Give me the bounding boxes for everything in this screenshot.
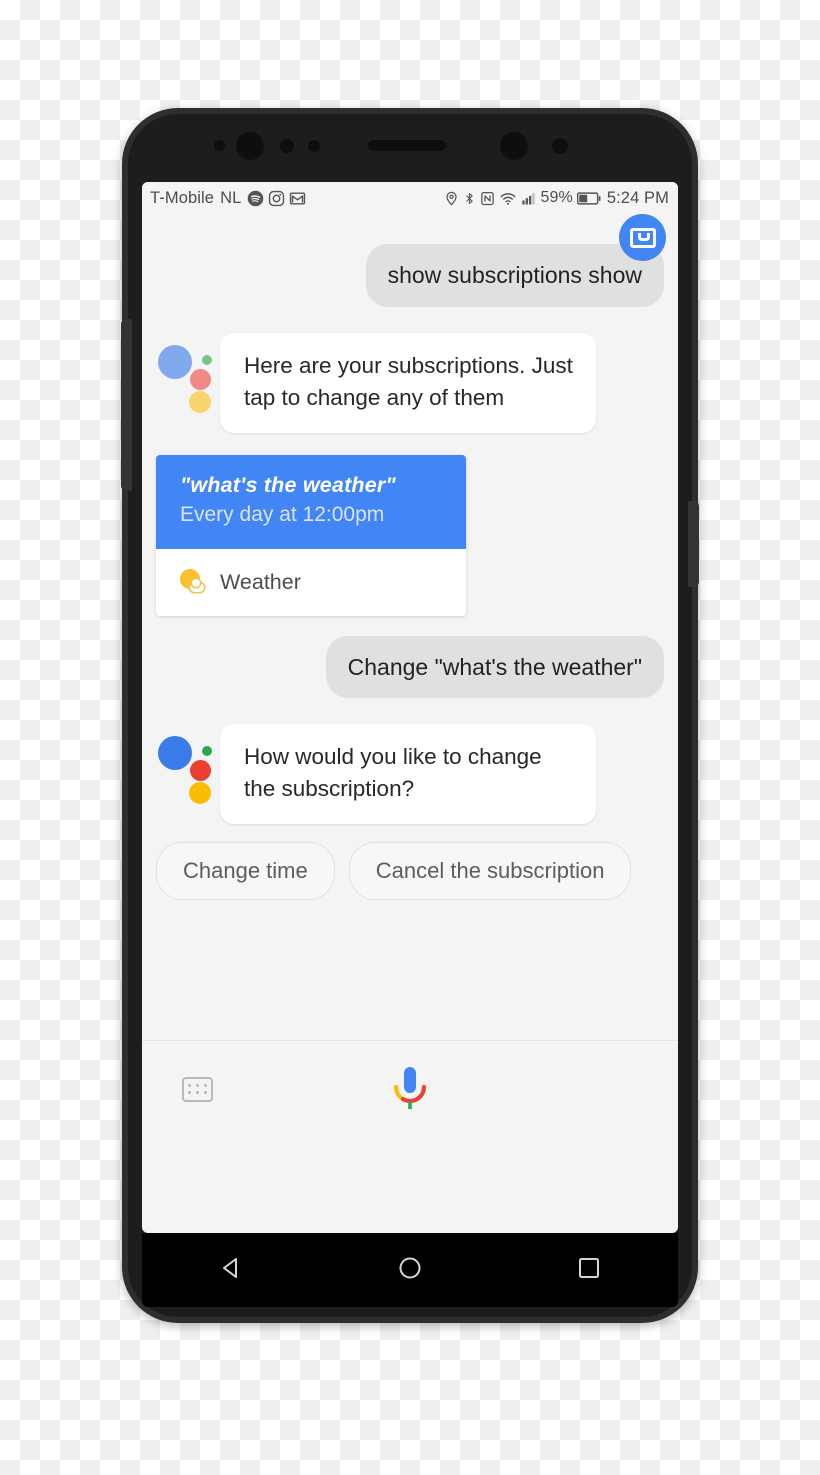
status-bar-right: 59% 5:24 PM <box>444 189 669 208</box>
subscription-schedule: Every day at 12:00pm <box>180 502 385 526</box>
assistant-logo-icon <box>156 341 214 413</box>
assistant-dot-blue <box>158 736 192 771</box>
assistant-input-bar <box>142 1040 678 1137</box>
message-row-user: Change "what's the weather" <box>142 635 678 699</box>
phone-screen: T-Mobile NL 59% 5:24 PM show subscriptio… <box>142 182 678 1233</box>
subscription-app-name: Weather <box>220 569 301 594</box>
sensor-dot-small <box>214 140 225 151</box>
message-row-user: show subscriptions show <box>142 244 678 307</box>
volume-rocker-button[interactable] <box>121 319 132 491</box>
battery-icon <box>576 191 601 206</box>
chip-change-time[interactable]: Change time <box>156 842 335 901</box>
user-message-bubble[interactable]: Change "what's the weather" <box>325 635 664 699</box>
assistant-dot-red <box>190 368 211 390</box>
phone-device-frame: T-Mobile NL 59% 5:24 PM show subscriptio… <box>121 108 699 1323</box>
network-country: NL <box>220 188 242 207</box>
location-icon <box>444 190 459 207</box>
sensor-dot-3 <box>552 138 568 154</box>
keyboard-dots-row <box>188 1091 207 1094</box>
subscription-card-row: "what's the weather" Every day at 12:00p… <box>142 454 678 616</box>
assistant-message-bubble: How would you like to change the subscri… <box>220 724 596 825</box>
power-button[interactable] <box>688 501 699 587</box>
assistant-dot-yellow <box>189 782 211 805</box>
phone-top-bezel <box>128 114 692 182</box>
iris-scanner <box>500 132 528 160</box>
recents-square-icon[interactable] <box>575 1254 603 1287</box>
subscription-title: "what's the weather" <box>180 472 396 497</box>
message-row-assistant: Here are your subscriptions. Just tap to… <box>142 332 678 433</box>
carrier-name: T-Mobile <box>150 188 215 207</box>
assistant-dot-green <box>202 354 212 365</box>
assistant-dot-blue <box>158 344 192 379</box>
wifi-icon <box>499 190 517 207</box>
google-mic-icon[interactable] <box>384 1061 436 1117</box>
bluetooth-icon <box>463 190 476 207</box>
keyboard-icon[interactable] <box>182 1076 213 1102</box>
nfc-icon <box>480 190 495 207</box>
subscription-card-footer[interactable]: Weather <box>156 548 466 616</box>
chip-cancel-subscription[interactable]: Cancel the subscription <box>348 842 632 901</box>
inbox-avatar-icon[interactable] <box>619 214 666 261</box>
message-row-assistant: How would you like to change the subscri… <box>142 724 678 825</box>
gmail-icon <box>289 190 306 207</box>
assistant-dot-green <box>202 746 212 757</box>
assistant-logo-icon <box>156 732 214 805</box>
phone-inner-bezel: T-Mobile NL 59% 5:24 PM show subscriptio… <box>121 114 699 1317</box>
subscription-card-header[interactable]: "what's the weather" Every day at 12:00p… <box>156 454 466 549</box>
back-triangle-icon[interactable] <box>217 1254 245 1287</box>
cellular-signal-icon <box>521 190 537 207</box>
android-navigation-bar <box>142 1233 678 1307</box>
inbox-glyph <box>629 227 656 248</box>
instagram-icon <box>268 190 285 207</box>
sensor-dot-2 <box>308 140 320 152</box>
home-circle-icon[interactable] <box>396 1254 424 1287</box>
cloud-shape <box>190 579 204 593</box>
user-message-bubble[interactable]: show subscriptions show <box>365 244 664 307</box>
battery-percent: 59% <box>540 189 573 206</box>
assistant-dot-yellow <box>189 390 211 413</box>
assistant-message-bubble: Here are your subscriptions. Just tap to… <box>220 332 596 433</box>
sensor-dot-1 <box>280 139 294 153</box>
conversation-scroll-area[interactable]: show subscriptions show Here are your su… <box>142 214 678 1137</box>
weather-sun-cloud-icon <box>180 570 204 594</box>
suggestion-chips: Change time Cancel the subscription <box>142 842 678 901</box>
spotify-icon <box>247 190 264 207</box>
keyboard-dots-row <box>188 1084 207 1087</box>
status-clock: 5:24 PM <box>606 188 669 207</box>
status-bar: T-Mobile NL 59% 5:24 PM <box>142 182 678 214</box>
earpiece-speaker <box>368 140 446 151</box>
assistant-dot-red <box>190 760 211 782</box>
status-bar-left: T-Mobile NL <box>150 189 306 208</box>
front-camera <box>236 132 264 160</box>
subscription-card[interactable]: "what's the weather" Every day at 12:00p… <box>156 454 466 616</box>
